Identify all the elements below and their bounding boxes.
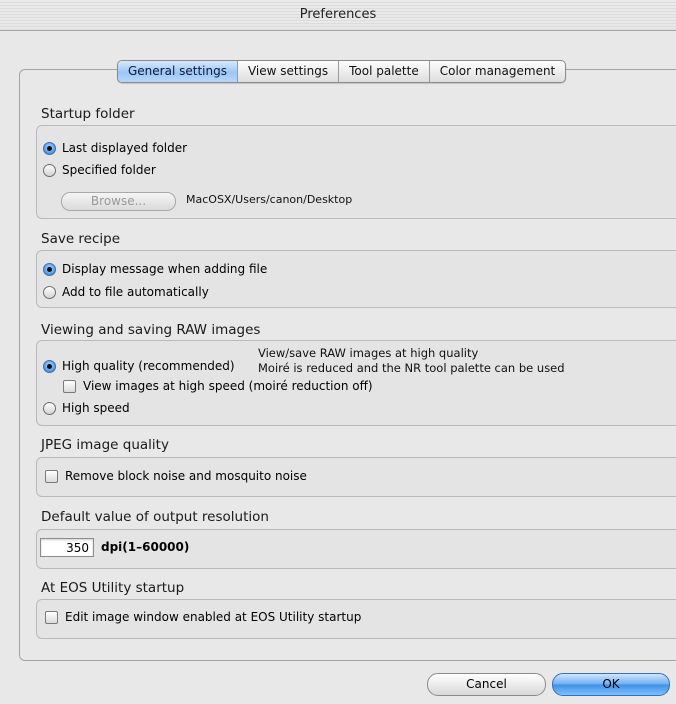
edit-window-checkbox[interactable]: [45, 610, 58, 624]
high-speed-view-label: View images at high speed (moiré reducti…: [83, 379, 373, 393]
resolution-input[interactable]: 350: [40, 538, 94, 557]
tab-bar: General settings View settings Tool pale…: [117, 60, 567, 83]
title-bar[interactable]: Preferences: [0, 0, 676, 31]
save-recipe-group: [36, 250, 676, 308]
high-quality-label: High quality (recommended): [62, 359, 235, 373]
tab-general-settings[interactable]: General settings: [118, 61, 237, 82]
tab-view-settings[interactable]: View settings: [236, 61, 338, 82]
tab-tool-palette[interactable]: Tool palette: [338, 61, 429, 82]
high-quality-option[interactable]: High quality (recommended): [43, 359, 235, 373]
last-displayed-folder-label: Last displayed folder: [62, 141, 188, 155]
high-speed-radio[interactable]: [43, 401, 56, 415]
display-message-label: Display message when adding file: [62, 262, 268, 276]
high-speed-view-checkbox[interactable]: [63, 379, 76, 393]
resolution-title: Default value of output resolution: [41, 509, 269, 525]
last-displayed-folder-radio[interactable]: [43, 141, 56, 155]
browse-button[interactable]: Browse...: [61, 192, 176, 211]
edit-window-option[interactable]: Edit image window enabled at EOS Utility…: [45, 610, 361, 624]
high-speed-label: High speed: [62, 401, 130, 415]
window-title: Preferences: [299, 7, 377, 22]
remove-noise-checkbox[interactable]: [45, 469, 58, 483]
jpeg-title: JPEG image quality: [41, 437, 169, 453]
tab-color-management[interactable]: Color management: [428, 61, 566, 82]
high-quality-radio[interactable]: [43, 359, 56, 373]
specified-folder-radio[interactable]: [43, 163, 56, 177]
specified-folder-option[interactable]: Specified folder: [43, 163, 156, 177]
high-speed-view-option[interactable]: View images at high speed (moiré reducti…: [63, 379, 373, 393]
save-recipe-title: Save recipe: [41, 231, 121, 247]
resolution-unit: dpi(1–60000): [101, 540, 190, 554]
eos-title: At EOS Utility startup: [41, 580, 185, 596]
raw-title: Viewing and saving RAW images: [41, 322, 261, 338]
ok-button[interactable]: OK: [552, 673, 670, 696]
edit-window-label: Edit image window enabled at EOS Utility…: [65, 610, 362, 624]
remove-noise-option[interactable]: Remove block noise and mosquito noise: [45, 469, 307, 483]
high-speed-option[interactable]: High speed: [43, 401, 130, 415]
specified-folder-label: Specified folder: [62, 163, 156, 177]
add-automatically-radio[interactable]: [43, 285, 56, 299]
specified-folder-path: MacOSX/Users/canon/Desktop: [186, 193, 353, 206]
high-quality-desc-line1: View/save RAW images at high quality: [258, 346, 479, 360]
add-automatically-option[interactable]: Add to file automatically: [43, 285, 209, 299]
display-message-option[interactable]: Display message when adding file: [43, 262, 267, 276]
add-automatically-label: Add to file automatically: [62, 285, 209, 299]
cancel-button[interactable]: Cancel: [427, 673, 546, 696]
last-displayed-folder-option[interactable]: Last displayed folder: [43, 141, 187, 155]
display-message-radio[interactable]: [43, 262, 56, 276]
high-quality-desc-line2: Moiré is reduced and the NR tool palette…: [258, 361, 565, 375]
remove-noise-label: Remove block noise and mosquito noise: [65, 469, 307, 483]
startup-folder-title: Startup folder: [41, 106, 135, 122]
